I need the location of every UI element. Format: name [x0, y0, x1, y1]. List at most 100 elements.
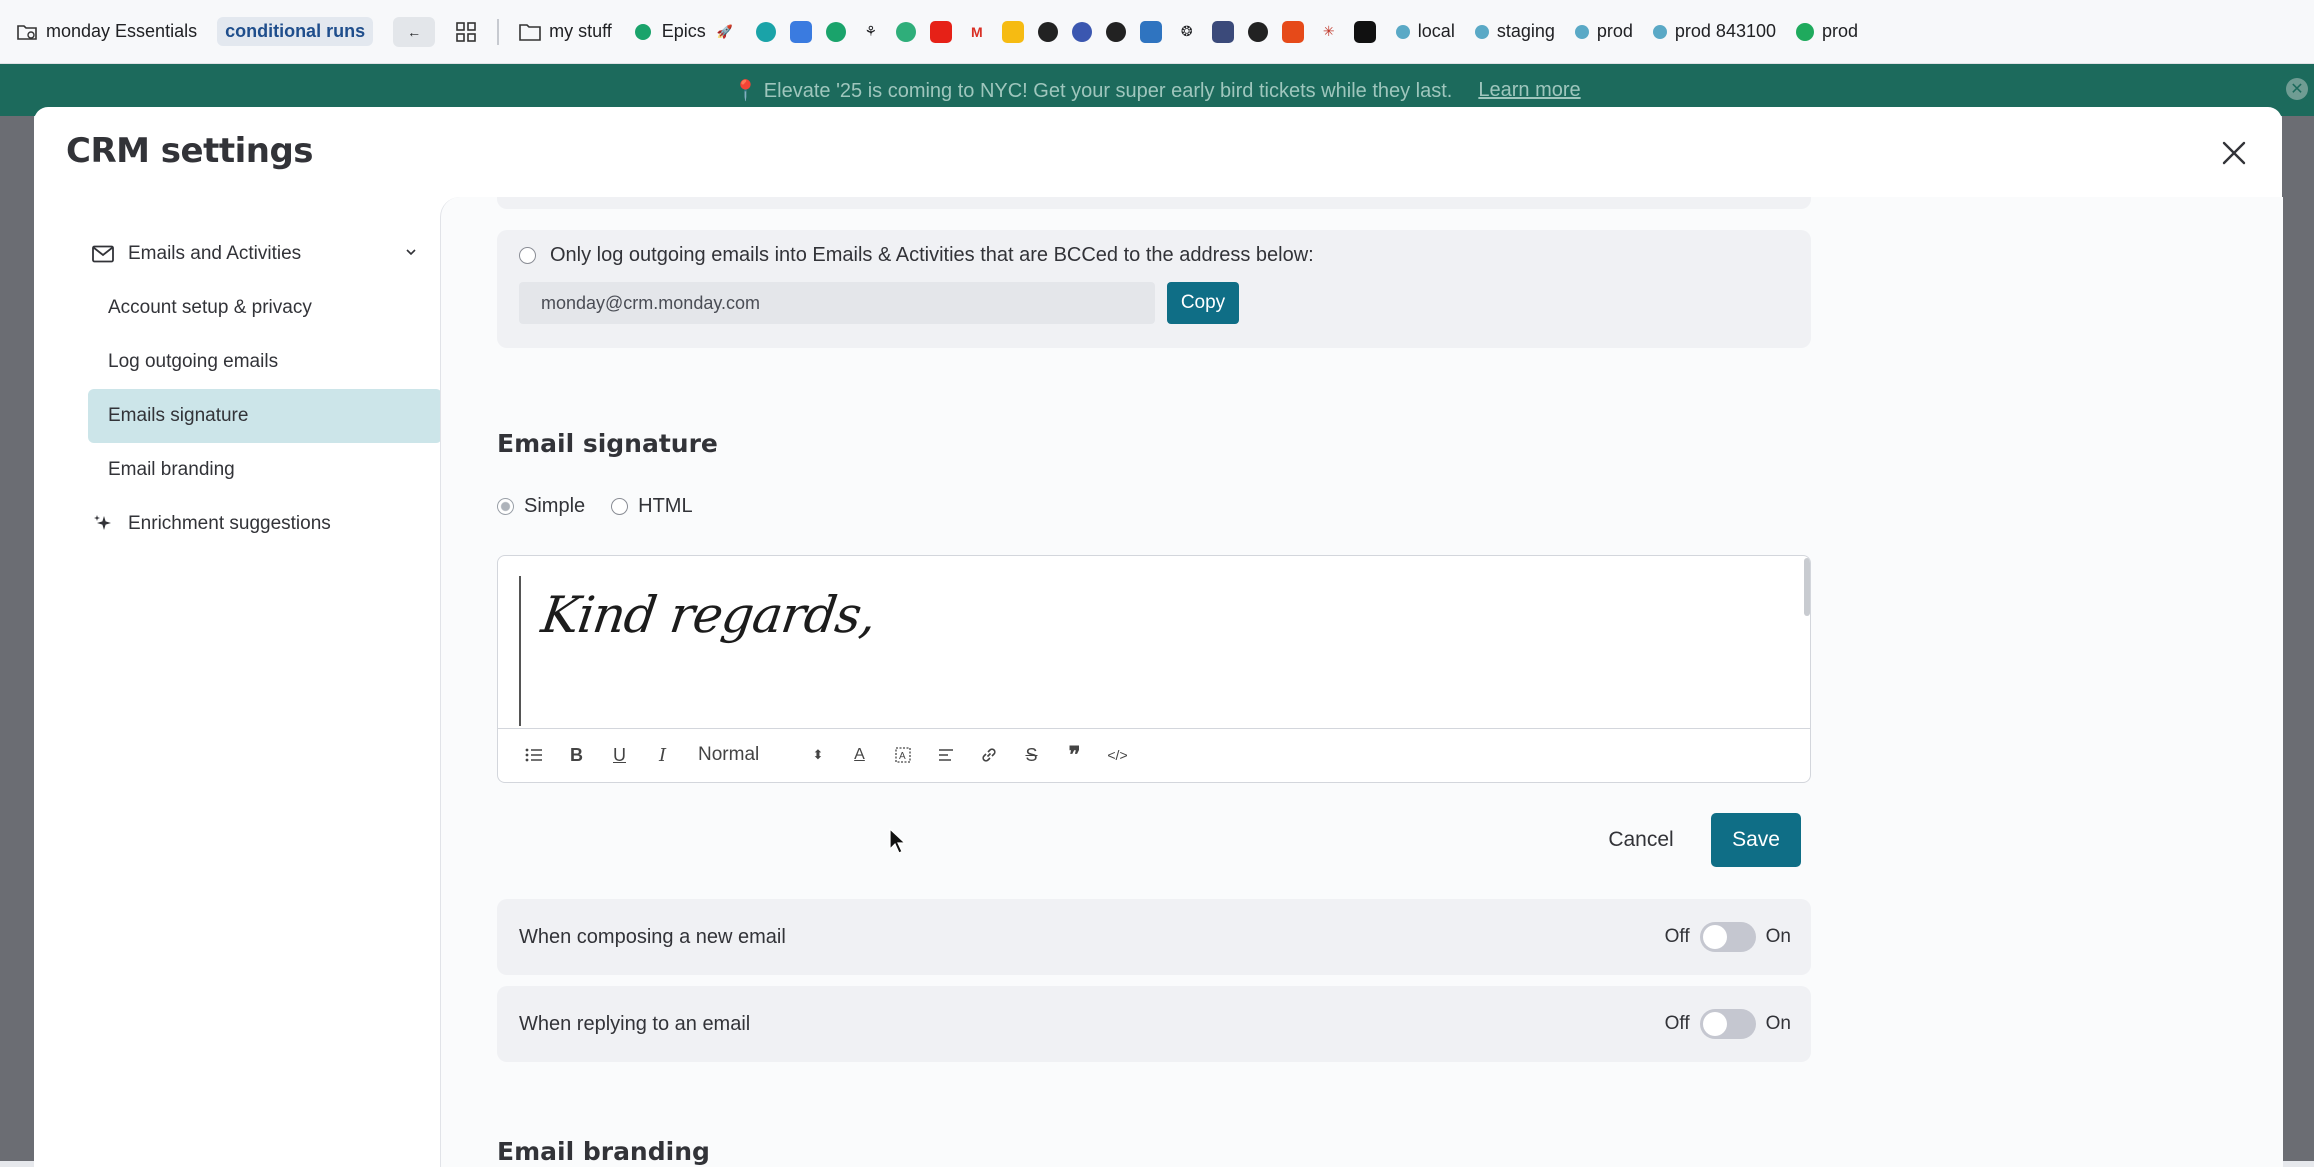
crm-settings-modal: CRM settings Emails and Activities Accou… [34, 107, 2283, 1167]
underline-icon[interactable]: U [598, 740, 641, 770]
bookmark-prod-2[interactable]: prod [1796, 21, 1858, 42]
sparkle-icon [90, 511, 116, 537]
office-icon[interactable] [1281, 20, 1304, 43]
brain-icon[interactable]: ❂ [1176, 21, 1198, 43]
dot-icon [1395, 24, 1410, 39]
nav-item-emails-signature[interactable]: Emails signature [88, 389, 442, 443]
folder-icon [519, 21, 541, 43]
bookmark-label: local [1417, 21, 1455, 41]
bookmark-staging[interactable]: staging [1474, 21, 1555, 42]
align-icon[interactable] [924, 740, 967, 770]
toggle-control: Off On [1665, 1009, 1791, 1039]
banner-learn-more-link[interactable]: Learn more [1478, 79, 1580, 102]
r-icon[interactable] [1353, 20, 1376, 43]
format-select[interactable]: Normal [684, 740, 798, 770]
code-icon[interactable]: </> [1096, 740, 1139, 770]
keep-icon[interactable] [1001, 20, 1024, 43]
diagram-icon[interactable] [1211, 20, 1234, 43]
italic-icon[interactable]: I [641, 740, 684, 770]
dot-icon [1574, 24, 1589, 39]
signature-mode-group: Simple HTML [497, 495, 709, 518]
monday-icon [632, 21, 654, 43]
editor-left-border [519, 576, 521, 726]
close-button[interactable] [2216, 135, 2252, 171]
dot-icon [1652, 24, 1667, 39]
calendar-icon[interactable] [789, 20, 812, 43]
youtube-icon[interactable] [929, 20, 952, 43]
link-icon[interactable] [967, 740, 1010, 770]
bcc-address-field[interactable]: monday@crm.monday.com [519, 282, 1155, 324]
nav-item-log-outgoing[interactable]: Log outgoing emails [88, 335, 442, 389]
strikethrough-icon[interactable]: S [1010, 740, 1053, 770]
cancel-button[interactable]: Cancel [1587, 813, 1695, 867]
nav-item-email-branding[interactable]: Email branding [88, 443, 442, 497]
bookmark-back[interactable]: ← [393, 16, 436, 47]
bold-icon[interactable]: B [555, 740, 598, 770]
select-arrows-icon[interactable]: ⬍ [798, 747, 838, 763]
bookmark-conditional-runs[interactable]: conditional runs [217, 17, 374, 46]
chevron-down-icon[interactable] [404, 243, 418, 265]
close-icon[interactable]: ✕ [2286, 78, 2308, 100]
bookmark-my-stuff[interactable]: my stuff [519, 21, 612, 43]
bookmark-icons-group[interactable]: ⚘ M ❂ ✳ [755, 20, 1376, 43]
bookmark-epics[interactable]: Epics 🚀 [632, 21, 736, 43]
vue-icon[interactable] [895, 21, 916, 42]
bookmark-label: monday Essentials [46, 21, 198, 41]
editor-scrollbar[interactable] [1804, 558, 1810, 616]
text-color-icon[interactable]: A [838, 740, 881, 770]
nav-section-label: Emails and Activities [128, 243, 302, 264]
bookmark-prod-843100[interactable]: prod 843100 [1652, 21, 1776, 42]
background-color-icon[interactable]: A [881, 740, 924, 770]
banner-text: 📍 Elevate '25 is coming to NYC! Get your… [733, 79, 1453, 102]
settings-nav: Emails and Activities Account setup & pr… [88, 227, 442, 551]
save-button[interactable]: Save [1711, 813, 1801, 867]
modal-title: CRM settings [66, 131, 314, 171]
signature-content: Kind regards, [537, 586, 880, 644]
planet-icon[interactable] [1071, 21, 1092, 42]
bookmark-label: conditional runs [225, 21, 366, 41]
nav-item-account-setup[interactable]: Account setup & privacy [88, 281, 442, 335]
bulleted-list-icon[interactable] [512, 740, 555, 770]
asterisk-icon[interactable]: ✳ [1318, 21, 1340, 43]
toggle-row-composing: When composing a new email Off On [497, 899, 1811, 975]
bookmark-label: staging [1496, 21, 1555, 41]
html-radio[interactable] [611, 498, 629, 515]
html-label[interactable]: HTML [638, 495, 692, 518]
signature-editor-area[interactable]: Kind regards, [498, 556, 1810, 729]
bookmark-label: Epics [661, 21, 706, 41]
bookmark-prod[interactable]: prod [1574, 21, 1633, 42]
bookmark-apps[interactable] [455, 21, 477, 43]
editor-toolbar: B U I Normal ⬍ A A S ❞ </> [498, 728, 1810, 782]
simple-radio[interactable] [497, 498, 514, 515]
bookmark-local[interactable]: local [1395, 21, 1455, 42]
github-icon[interactable] [1105, 21, 1126, 42]
app-icon[interactable] [755, 21, 776, 42]
green-dot-icon [1796, 22, 1814, 41]
close-icon [2222, 141, 2246, 165]
simple-label[interactable]: Simple [524, 495, 585, 518]
monday-icon[interactable] [825, 21, 846, 42]
composing-toggle-switch[interactable] [1699, 922, 1756, 952]
nav-section-emails-activities[interactable]: Emails and Activities [88, 227, 442, 281]
rocket-icon: 🚀 [716, 23, 733, 39]
folder-gear-icon [16, 21, 38, 43]
nav-section-enrichment[interactable]: Enrichment suggestions [88, 497, 442, 551]
svg-text:A: A [899, 751, 906, 762]
bookmark-monday-essentials[interactable]: monday Essentials [16, 21, 197, 43]
replying-toggle-switch[interactable] [1699, 1009, 1756, 1039]
quote-icon[interactable]: ❞ [1053, 740, 1096, 770]
toggle-off-label: Off [1664, 926, 1690, 947]
dot-icon [1474, 24, 1489, 39]
bcc-option[interactable]: Only log outgoing emails into Emails & A… [519, 244, 1314, 267]
bcc-radio[interactable] [519, 247, 536, 264]
mouse-cursor-icon [889, 827, 907, 859]
gmail-icon[interactable]: M [966, 21, 988, 43]
toggle-on-label: On [1765, 1013, 1791, 1034]
nav-section-label: Enrichment suggestions [128, 513, 331, 534]
drive-icon[interactable] [1037, 21, 1058, 42]
typescript-icon[interactable] [1139, 20, 1162, 43]
copy-button[interactable]: Copy [1167, 282, 1239, 324]
people-icon[interactable]: ⚘ [860, 21, 882, 43]
nav-item-label: Email branding [108, 459, 235, 480]
openai-icon[interactable] [1247, 21, 1268, 42]
